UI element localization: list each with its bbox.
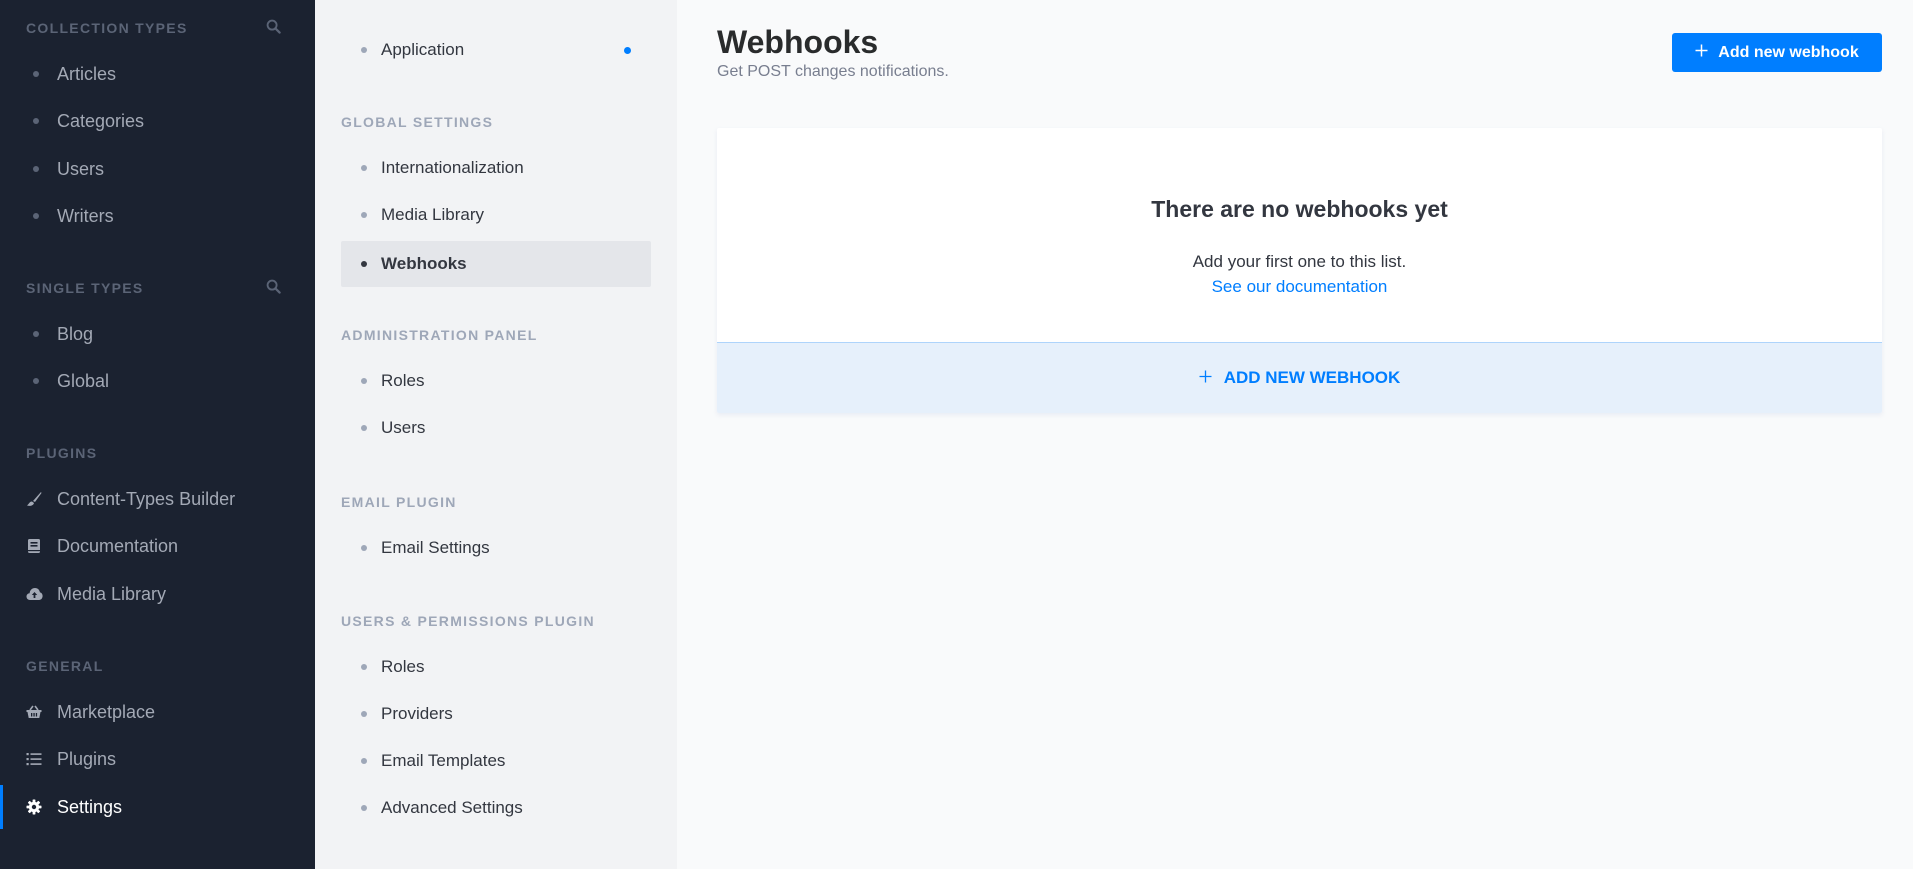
list-icon — [25, 750, 43, 768]
cloud-upload-icon — [25, 585, 43, 603]
bullet-icon — [33, 71, 39, 77]
sidebar-item-label: Users — [57, 158, 105, 179]
subnav-item-admin-users[interactable]: Users — [341, 406, 651, 450]
add-new-webhook-label: Add new webhook — [1718, 43, 1859, 61]
sidebar-item-label: Blog — [57, 323, 94, 344]
subnav-item-label: Providers — [381, 704, 453, 723]
subnav-item-label: Internationalization — [381, 158, 524, 177]
sidebar-item-label: Settings — [57, 796, 123, 817]
subnav-item-media-library[interactable]: Media Library — [341, 193, 651, 237]
users-permissions-heading: USERS & PERMISSIONS PLUGIN — [341, 613, 595, 629]
collection-types-heading: COLLECTION TYPES — [26, 20, 188, 36]
subnav-item-internationalization[interactable]: Internationalization — [341, 146, 651, 190]
basket-icon — [25, 703, 43, 721]
paintbrush-icon — [25, 490, 43, 508]
main-content: Webhooks Get POST changes notifications.… — [677, 0, 1913, 869]
general-heading: GENERAL — [26, 658, 104, 674]
subnav-item-label: Email Templates — [381, 751, 506, 770]
subnav-item-label: Roles — [381, 657, 425, 676]
sidebar-item-label: Marketplace — [57, 701, 156, 722]
bullet-icon — [361, 165, 367, 171]
subnav-item-admin-roles[interactable]: Roles — [341, 359, 651, 403]
documentation-link[interactable]: See our documentation — [717, 277, 1882, 297]
search-icon[interactable] — [266, 279, 282, 295]
subnav-item-label: Advanced Settings — [381, 798, 523, 817]
settings-subnav: Application GLOBAL SETTINGS Internationa… — [315, 0, 677, 869]
empty-state-text: Add your first one to this list. — [1192, 252, 1407, 271]
bullet-icon — [33, 118, 39, 124]
subnav-item-label: Webhooks — [381, 254, 467, 273]
bullet-icon — [361, 758, 367, 764]
sidebar-item-articles[interactable]: Articles — [0, 52, 315, 96]
sidebar-item-content-types-builder[interactable]: Content-Types Builder — [0, 477, 315, 521]
bullet-icon — [33, 213, 39, 219]
book-icon — [25, 537, 43, 555]
main-sidebar: COLLECTION TYPES Articles Categories Use… — [0, 0, 315, 869]
plus-icon — [1199, 368, 1212, 388]
page-subtitle: Get POST changes notifications. — [717, 63, 949, 80]
subnav-item-label: Application — [381, 40, 465, 59]
sidebar-item-label: Global — [57, 370, 110, 391]
bullet-icon — [361, 425, 367, 431]
bullet-icon — [361, 545, 367, 551]
plus-icon — [1695, 44, 1708, 62]
bullet-icon — [33, 331, 39, 337]
bullet-icon — [361, 664, 367, 670]
empty-state-title: There are no webhooks yet — [1151, 196, 1448, 222]
single-types-heading: SINGLE TYPES — [26, 280, 144, 296]
sidebar-item-marketplace[interactable]: Marketplace — [0, 690, 315, 734]
sidebar-item-users[interactable]: Users — [0, 147, 315, 191]
sidebar-item-media-library[interactable]: Media Library — [0, 572, 315, 616]
subnav-item-label: Email Settings — [381, 538, 490, 557]
subnav-item-application[interactable]: Application — [341, 28, 651, 72]
sidebar-item-label: Categories — [57, 110, 145, 131]
page-title: Webhooks — [717, 24, 879, 60]
sidebar-item-settings[interactable]: Settings — [0, 785, 315, 829]
subnav-item-label: Users — [381, 418, 426, 437]
plugins-heading: PLUGINS — [26, 445, 98, 461]
sidebar-item-label: Content-Types Builder — [57, 488, 236, 509]
subnav-item-advanced-settings[interactable]: Advanced Settings — [341, 786, 651, 830]
bullet-icon — [361, 261, 367, 267]
bullet-icon — [33, 378, 39, 384]
webhooks-empty-state-card: There are no webhooks yet Add your first… — [717, 128, 1882, 413]
notification-dot-icon — [624, 47, 631, 54]
subnav-item-email-settings[interactable]: Email Settings — [341, 526, 651, 570]
sidebar-item-label: Articles — [57, 63, 117, 84]
sidebar-item-blog[interactable]: Blog — [0, 312, 315, 356]
gear-icon — [25, 798, 43, 816]
subnav-item-providers[interactable]: Providers — [341, 692, 651, 736]
sidebar-item-label: Media Library — [57, 583, 167, 604]
subnav-item-label: Roles — [381, 371, 425, 390]
bullet-icon — [361, 805, 367, 811]
sidebar-item-categories[interactable]: Categories — [0, 99, 315, 143]
email-plugin-heading: EMAIL PLUGIN — [341, 494, 457, 510]
search-icon[interactable] — [266, 19, 282, 35]
bullet-icon — [361, 711, 367, 717]
sidebar-item-label: Plugins — [57, 748, 117, 769]
subnav-item-email-templates[interactable]: Email Templates — [341, 739, 651, 783]
bullet-icon — [33, 166, 39, 172]
bullet-icon — [361, 378, 367, 384]
sidebar-item-label: Writers — [57, 205, 114, 226]
bullet-icon — [361, 212, 367, 218]
subnav-item-up-roles[interactable]: Roles — [341, 645, 651, 689]
sidebar-item-documentation[interactable]: Documentation — [0, 524, 315, 568]
sidebar-item-plugins[interactable]: Plugins — [0, 737, 315, 781]
add-new-webhook-row-button[interactable]: ADD NEW WEBHOOK — [717, 342, 1882, 413]
add-new-webhook-button[interactable]: Add new webhook — [1672, 33, 1882, 72]
add-new-webhook-row-label: ADD NEW WEBHOOK — [1223, 368, 1401, 387]
administration-panel-heading: ADMINISTRATION PANEL — [341, 327, 538, 343]
sidebar-item-global[interactable]: Global — [0, 359, 315, 403]
subnav-item-label: Media Library — [381, 205, 484, 224]
subnav-item-webhooks[interactable]: Webhooks — [341, 241, 651, 287]
bullet-icon — [361, 47, 367, 53]
sidebar-item-writers[interactable]: Writers — [0, 194, 315, 238]
sidebar-item-label: Documentation — [57, 535, 179, 556]
global-settings-heading: GLOBAL SETTINGS — [341, 114, 494, 130]
